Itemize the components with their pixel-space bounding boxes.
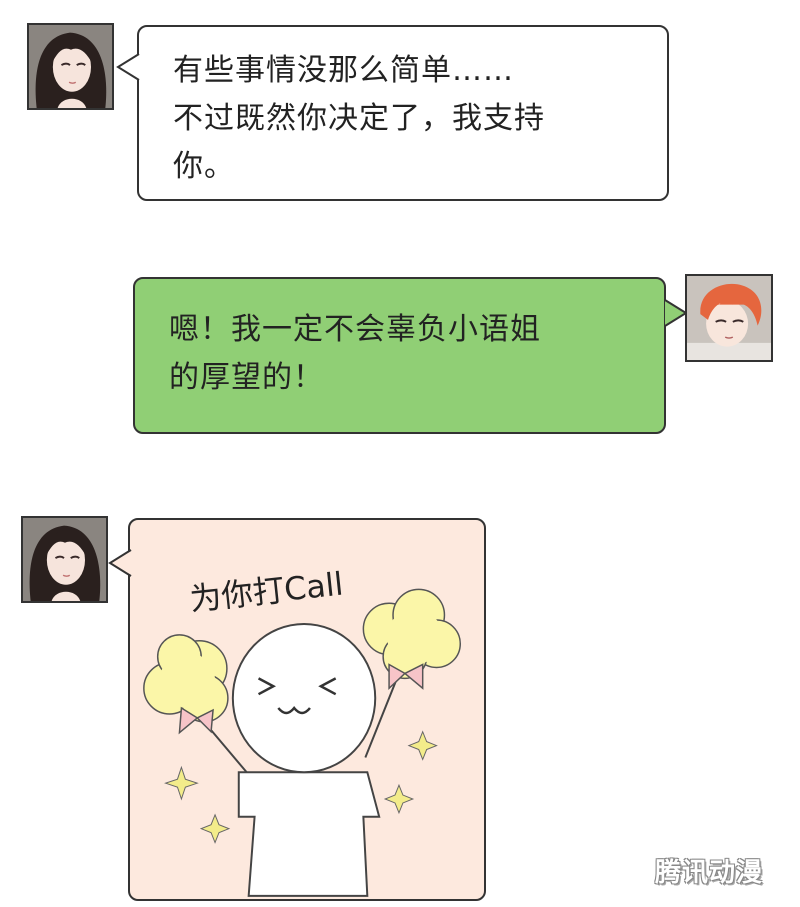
- message-bubble-left: 有些事情没那么简单…… 不过既然你决定了，我支持 你。: [137, 25, 669, 201]
- girl-avatar-portrait: [29, 25, 112, 108]
- character-body: [237, 771, 381, 897]
- watermark-logo: 腾讯动漫: [655, 858, 764, 888]
- left-pompom: [143, 634, 229, 723]
- right-pompom: [362, 588, 462, 680]
- boy-avatar-portrait: [687, 276, 771, 360]
- cheering-sticker: 为你打Call: [143, 567, 462, 897]
- sticker-caption: 为你打Call: [188, 567, 345, 619]
- boy-avatar[interactable]: [685, 274, 773, 362]
- sparkle-icon: [383, 783, 415, 815]
- girl-avatar[interactable]: [21, 516, 108, 603]
- message-text: 嗯！我一定不会辜负小语姐 的厚望的！: [169, 312, 541, 395]
- character-head: [231, 622, 377, 774]
- sparkle-icon: [164, 765, 199, 801]
- bubble-tail-left: [116, 53, 140, 81]
- sparkle-icon: [407, 730, 438, 761]
- bubble-tail-left: [108, 549, 132, 577]
- sparkle-icon: [199, 813, 231, 844]
- sticker-bubble: 为你打Call: [128, 518, 486, 901]
- message-bubble-right: 嗯！我一定不会辜负小语姐 的厚望的！: [133, 277, 666, 434]
- message-text: 有些事情没那么简单…… 不过既然你决定了，我支持 你。: [173, 53, 545, 184]
- girl-avatar-portrait: [23, 518, 106, 601]
- girl-avatar[interactable]: [27, 23, 114, 110]
